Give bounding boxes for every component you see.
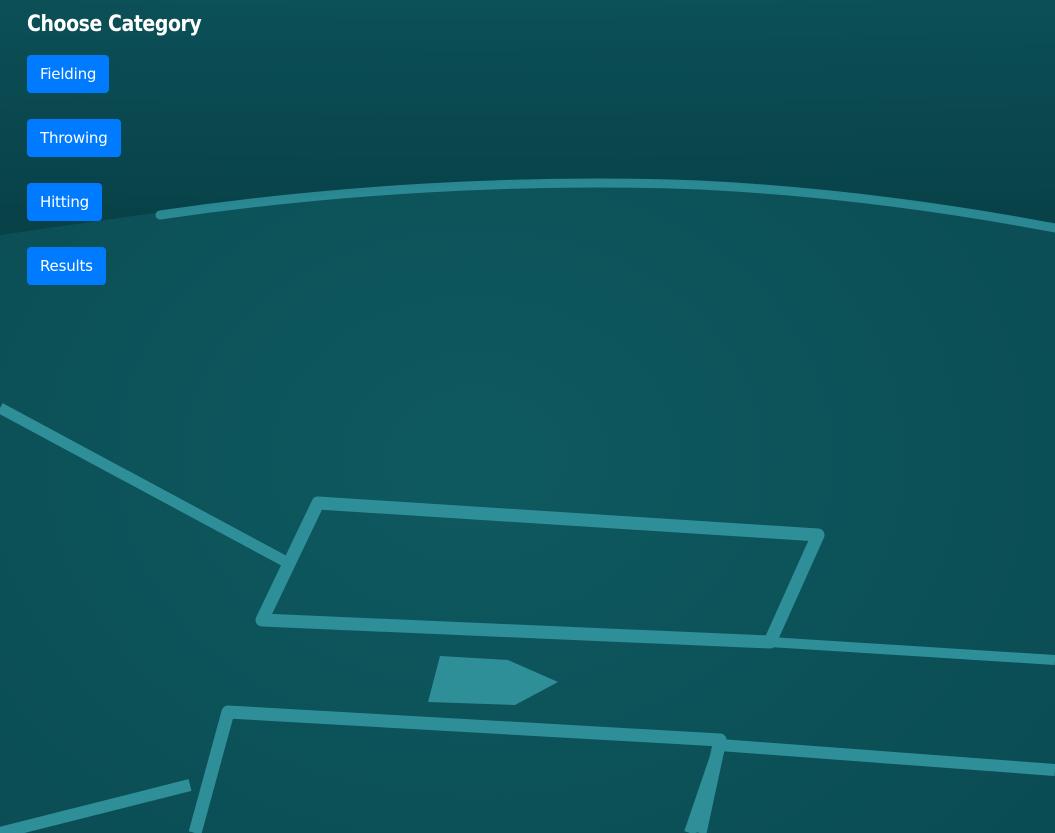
category-panel: Choose Category Fielding Throwing Hittin… [27,10,230,311]
fielding-button[interactable]: Fielding [27,55,110,93]
category-button-list: Fielding Throwing Hitting Results [27,55,230,311]
throwing-button[interactable]: Throwing [27,119,121,157]
results-button[interactable]: Results [27,247,106,285]
page-title: Choose Category [27,12,202,37]
hitting-button[interactable]: Hitting [27,183,103,221]
